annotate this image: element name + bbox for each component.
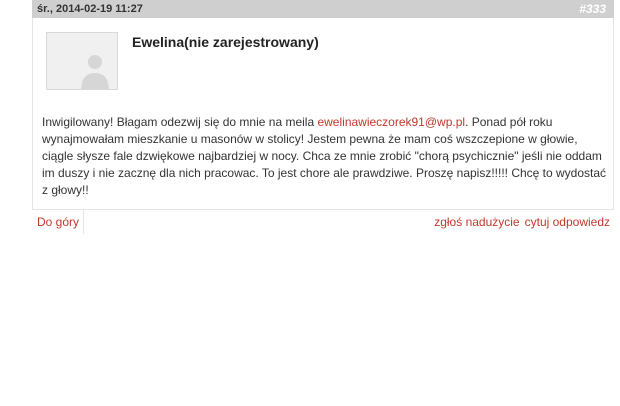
post-author-row: Ewelina(nie zarejestrowany) bbox=[33, 18, 613, 90]
post-number[interactable]: #333 bbox=[579, 2, 606, 16]
post-body: Ewelina(nie zarejestrowany) Inwigilowany… bbox=[32, 18, 614, 209]
quote-reply-link[interactable]: cytuj odpowiedz bbox=[525, 215, 610, 229]
post-date: śr., 2014-02-19 11:27 bbox=[37, 3, 143, 15]
post-text-before-email: Inwigilowany! Błagam odezwij się do mnie… bbox=[42, 115, 318, 129]
post-footer: Do góry zgłoś nadużycie cytuj odpowiedz bbox=[32, 209, 614, 234]
post-header: śr., 2014-02-19 11:27 #333 bbox=[32, 0, 614, 18]
comment-post: śr., 2014-02-19 11:27 #333 Ewelina(nie z… bbox=[32, 0, 614, 234]
avatar bbox=[46, 32, 118, 90]
back-to-top-link[interactable]: Do góry bbox=[32, 210, 85, 234]
post-author: Ewelina(nie zarejestrowany) bbox=[132, 34, 319, 50]
email-link[interactable]: ewelinawieczorek91@wp.pl bbox=[317, 115, 465, 129]
post-actions: zgłoś nadużycie cytuj odpowiedz bbox=[434, 215, 614, 229]
default-user-avatar-icon bbox=[81, 55, 109, 89]
post-text: Inwigilowany! Błagam odezwij się do mnie… bbox=[42, 114, 607, 199]
report-abuse-link[interactable]: zgłoś nadużycie bbox=[434, 215, 519, 229]
